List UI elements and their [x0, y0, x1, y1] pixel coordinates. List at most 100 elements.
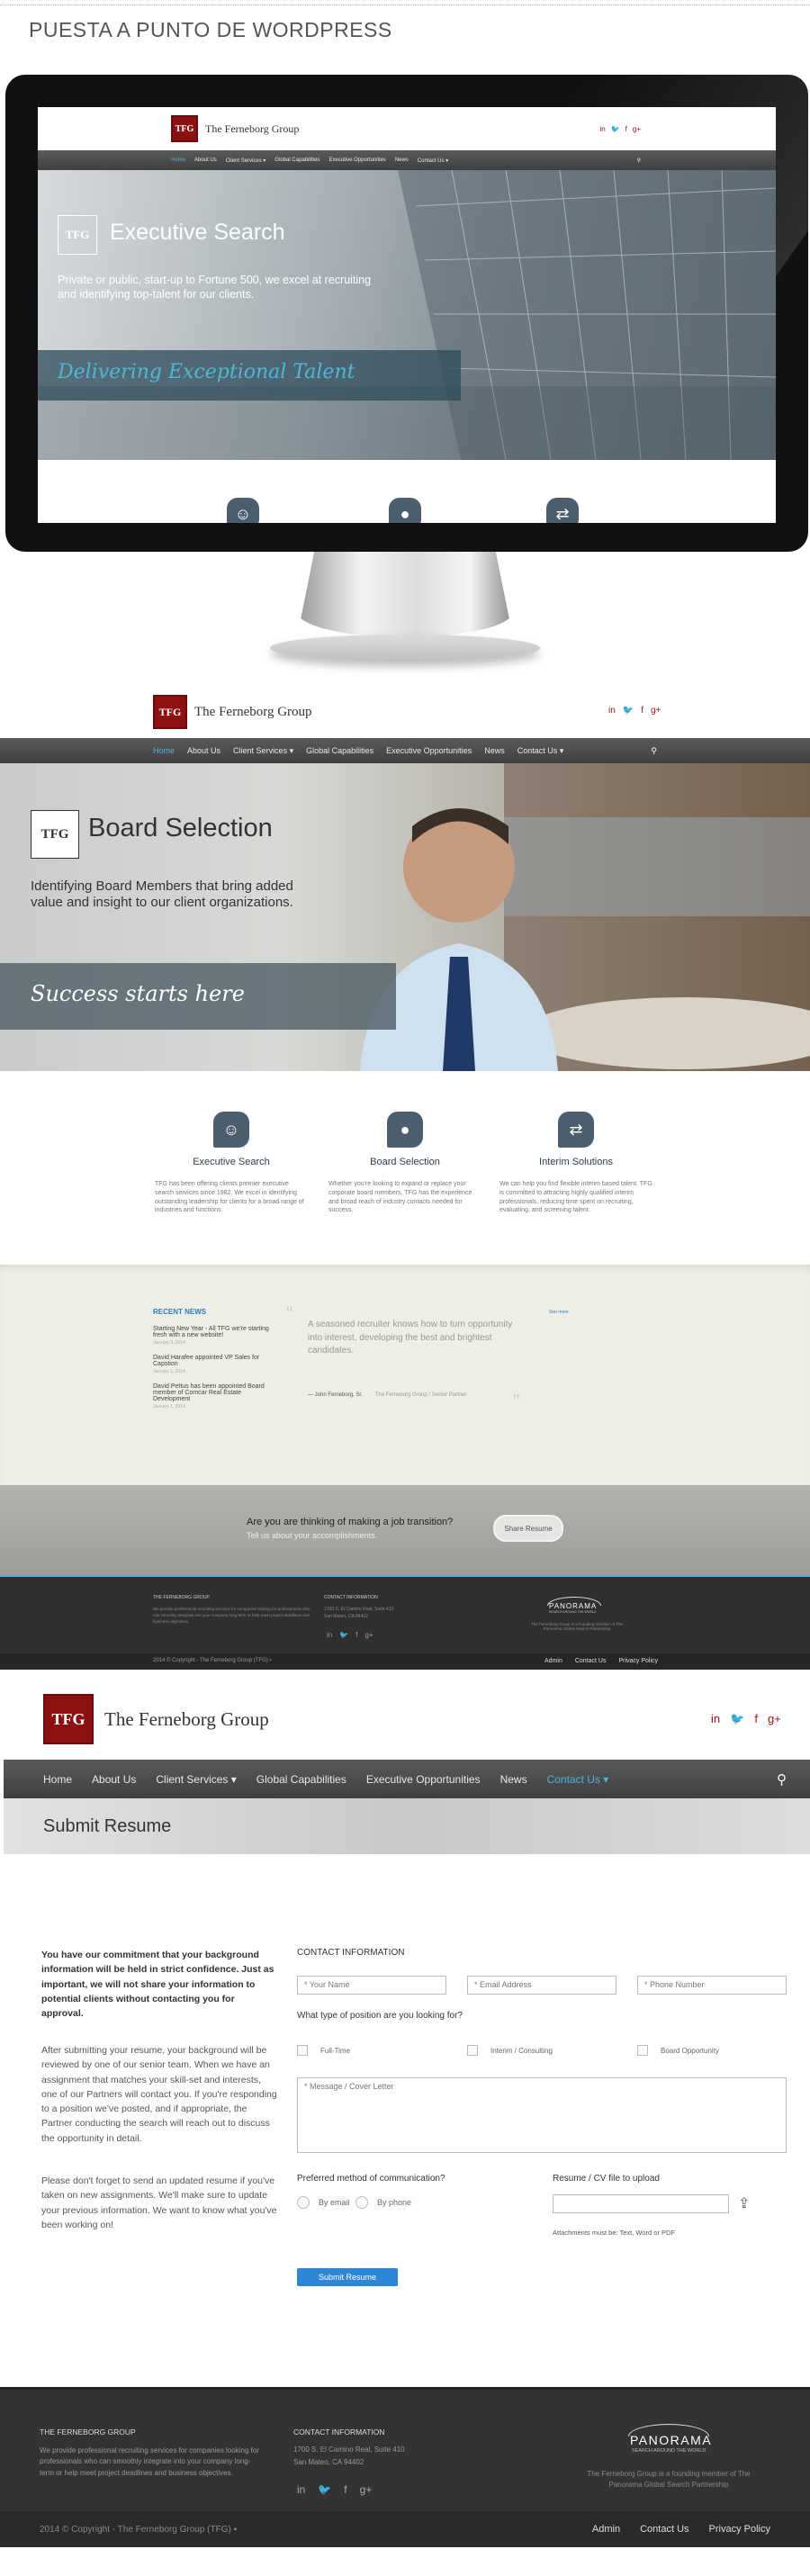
checkbox-full-time[interactable]: Full-Time — [297, 2045, 350, 2056]
footer-link-admin[interactable]: Admin — [544, 1658, 562, 1664]
linkedin-icon[interactable]: in — [608, 706, 616, 716]
nav-about[interactable]: About Us — [194, 158, 217, 163]
nav-contact[interactable]: Contact Us ▾ — [518, 746, 564, 756]
linkedin-icon[interactable]: in — [327, 1631, 332, 1639]
cover-letter-textarea[interactable]: * Message / Cover Letter — [297, 2077, 787, 2153]
nav-global[interactable]: Global Capabilities — [306, 746, 374, 755]
news-title[interactable]: David Pettus has been appointed Board me… — [153, 1383, 279, 1402]
checkbox-box[interactable] — [467, 2045, 478, 2056]
news-title[interactable]: David Harafee appointed VP Sales for Cap… — [153, 1355, 279, 1367]
nav-about[interactable]: About Us — [187, 746, 220, 755]
site-logo[interactable]: TFG The Ferneborg Group — [153, 695, 312, 729]
googleplus-icon[interactable]: g+ — [651, 706, 661, 716]
nav-contact[interactable]: Contact Us ▾ — [547, 1773, 609, 1786]
checkbox-box[interactable] — [297, 2045, 308, 2056]
nav-client-services[interactable]: Client Services ▾ — [226, 158, 266, 164]
nav-exec-opps[interactable]: Executive Opportunities — [386, 746, 472, 755]
twitter-icon[interactable]: 🐦 — [730, 1712, 744, 1726]
news-item[interactable]: Starting New Year - All TFG we're starti… — [153, 1326, 279, 1346]
checkbox-board[interactable]: Board Opportunity — [637, 2045, 719, 2056]
news-title[interactable]: Starting New Year - All TFG we're starti… — [153, 1326, 279, 1338]
radio-circle[interactable] — [356, 2196, 368, 2209]
nav-home[interactable]: Home — [43, 1773, 72, 1786]
resume-file-input[interactable] — [553, 2194, 729, 2213]
nav-about[interactable]: About Us — [92, 1773, 136, 1786]
linkedin-icon[interactable]: in — [297, 2483, 305, 2496]
feature-board-selection[interactable]: ● Board Selection Whether you're looking… — [328, 1112, 482, 1215]
copyright: 2014 © Copyright - The Ferneborg Group (… — [153, 1658, 272, 1663]
news-item[interactable]: David Pettus has been appointed Board me… — [153, 1383, 279, 1410]
footer-link-contact[interactable]: Contact Us — [575, 1658, 607, 1664]
person-icon: ● — [389, 498, 421, 523]
email-field[interactable]: * Email Address — [467, 1976, 616, 1995]
twitter-icon[interactable]: 🐦 — [611, 125, 620, 133]
search-icon[interactable]: ⚲ — [637, 158, 641, 164]
nav-global[interactable]: Global Capabilities — [274, 158, 320, 163]
feature-title[interactable]: Board Selection — [328, 1157, 482, 1167]
radio-phone[interactable]: By phone — [356, 2196, 411, 2209]
attachment-note: Attachments must be: Text, Word or PDF — [553, 2229, 676, 2237]
recent-news-heading: RECENT NEWS — [153, 1308, 207, 1316]
news-band: RECENT NEWS Starting New Year - All TFG … — [0, 1265, 810, 1485]
twitter-icon[interactable]: 🐦 — [339, 1631, 348, 1639]
facebook-icon[interactable]: f — [344, 2483, 346, 2496]
nav-contact[interactable]: Contact Us ▾ — [418, 158, 448, 164]
nav-exec-opps[interactable]: Executive Opportunities — [366, 1773, 481, 1786]
shuffle-icon: ⇄ — [546, 498, 579, 523]
news-date: January 1, 2014 — [153, 1404, 185, 1410]
checkbox-interim[interactable]: Interim / Consulting — [467, 2045, 553, 2056]
footer-link-privacy[interactable]: Privacy Policy — [709, 2524, 770, 2535]
facebook-icon[interactable]: f — [356, 1631, 357, 1639]
radio-circle[interactable] — [297, 2196, 310, 2209]
feature-title[interactable]: Interim Solutions — [500, 1157, 652, 1167]
stand-neck — [297, 552, 513, 637]
facebook-icon[interactable]: f — [754, 1712, 758, 1726]
nav-client-services[interactable]: Client Services ▾ — [233, 746, 293, 756]
checkbox-box[interactable] — [637, 2045, 648, 2056]
nav-news[interactable]: News — [395, 158, 409, 163]
author-title: The Ferneborg Group / Senior Partner — [374, 1392, 467, 1398]
site-logo[interactable]: TFG The Ferneborg Group — [43, 1694, 269, 1744]
footer-link-admin[interactable]: Admin — [592, 2524, 620, 2535]
see-more-link[interactable]: See more — [549, 1310, 569, 1315]
contact-heading: CONTACT INFORMATION — [297, 1948, 405, 1958]
search-icon[interactable]: ⚲ — [777, 1771, 787, 1788]
feature-title[interactable]: Executive Search — [155, 1157, 308, 1167]
submit-resume-button[interactable]: Submit Resume — [297, 2268, 398, 2286]
googleplus-icon[interactable]: g+ — [364, 1631, 373, 1639]
quote-open-icon: “ — [286, 1302, 293, 1325]
nav-news[interactable]: News — [500, 1773, 527, 1786]
name-field[interactable]: * Your Name — [297, 1976, 446, 1995]
feature-exec-search[interactable]: ☺ Executive Search TFG has been offering… — [155, 1112, 308, 1215]
hero-title: Board Selection — [88, 814, 273, 842]
feature-interim[interactable]: ⇄ Interim Solutions We can help you find… — [500, 1112, 652, 1215]
nav-global[interactable]: Global Capabilities — [256, 1773, 346, 1786]
mini-logo[interactable]: TFG The Ferneborg Group — [171, 115, 299, 142]
checkbox-label: Interim / Consulting — [490, 2046, 553, 2055]
nav-exec-opps[interactable]: Executive Opportunities — [328, 158, 385, 163]
nav-home[interactable]: Home — [153, 746, 175, 755]
googleplus-icon[interactable]: g+ — [768, 1712, 781, 1726]
hero-subtitle: Identifying Board Members that bring add… — [31, 878, 293, 910]
search-icon[interactable]: ⚲ — [651, 746, 657, 756]
linkedin-icon[interactable]: in — [711, 1712, 720, 1726]
footer-link-privacy[interactable]: Privacy Policy — [618, 1658, 658, 1664]
footer-link-contact[interactable]: Contact Us — [640, 2524, 688, 2535]
share-resume-button[interactable]: Share Resume — [493, 1515, 563, 1542]
googleplus-icon[interactable]: g+ — [633, 125, 641, 133]
facebook-icon[interactable]: f — [641, 706, 644, 716]
twitter-icon[interactable]: 🐦 — [623, 706, 634, 716]
googleplus-icon[interactable]: g+ — [360, 2483, 373, 2496]
twitter-icon[interactable]: 🐦 — [318, 2483, 331, 2496]
nav-client-services[interactable]: Client Services ▾ — [156, 1773, 236, 1786]
news-item[interactable]: David Harafee appointed VP Sales for Cap… — [153, 1355, 279, 1374]
footer-col1-head: THE FERNEBORG GROUP — [153, 1595, 210, 1600]
nav-news[interactable]: News — [484, 746, 505, 755]
upload-icon[interactable]: ⇪ — [738, 2194, 750, 2212]
linkedin-icon[interactable]: in — [599, 125, 605, 133]
phone-field[interactable]: * Phone Number — [637, 1976, 787, 1995]
cta-sub: Tell us about your accomplishments. — [247, 1531, 378, 1540]
facebook-icon[interactable]: f — [626, 125, 627, 133]
nav-home[interactable]: Home — [171, 158, 185, 163]
radio-email[interactable]: By email — [297, 2196, 350, 2209]
